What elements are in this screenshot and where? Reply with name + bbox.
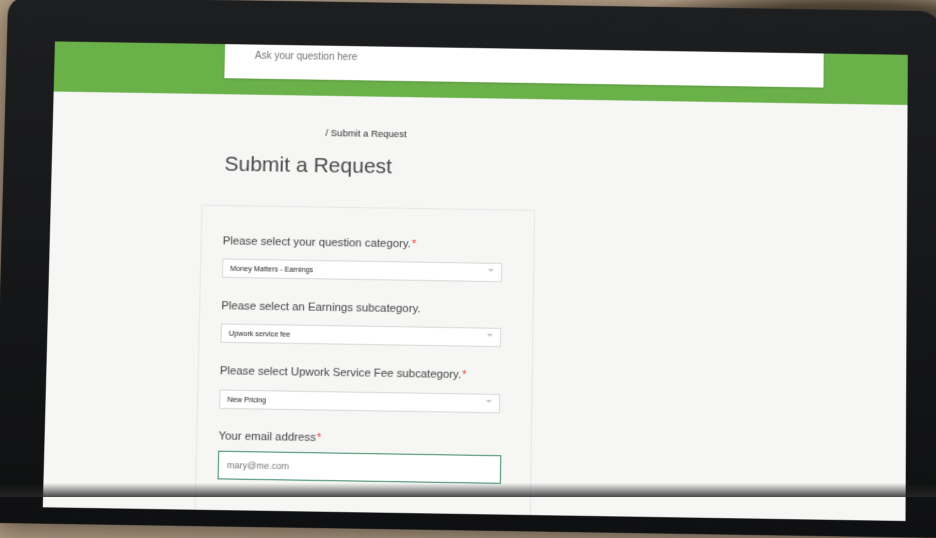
page-title: Submit a Request	[224, 153, 392, 180]
email-field[interactable]	[218, 451, 502, 484]
laptop-frame: / Submit a Request Submit a Request Plea…	[0, 0, 936, 538]
laptop-screen: / Submit a Request Submit a Request Plea…	[43, 41, 908, 521]
chevron-down-icon	[488, 269, 494, 272]
required-mark: *	[317, 432, 322, 444]
search-input[interactable]	[253, 50, 818, 72]
subcategory-select-value: Upwork service fee	[229, 329, 291, 339]
fee-subcategory-select-value: New Pricing	[227, 395, 266, 405]
breadcrumb-current: Submit a Request	[331, 128, 407, 140]
chevron-down-icon	[486, 400, 492, 403]
chevron-down-icon	[487, 334, 493, 337]
breadcrumb: / Submit a Request	[325, 128, 406, 140]
email-label-text: Your email address	[218, 430, 316, 444]
required-mark: *	[462, 369, 467, 381]
screen-bottom-edge	[0, 483, 936, 497]
category-select-value: Money Matters - Earnings	[230, 264, 313, 274]
email-label: Your email address*	[218, 430, 321, 444]
email-input[interactable]	[225, 459, 482, 475]
breadcrumb-separator: /	[325, 128, 328, 139]
required-mark: *	[412, 238, 417, 250]
